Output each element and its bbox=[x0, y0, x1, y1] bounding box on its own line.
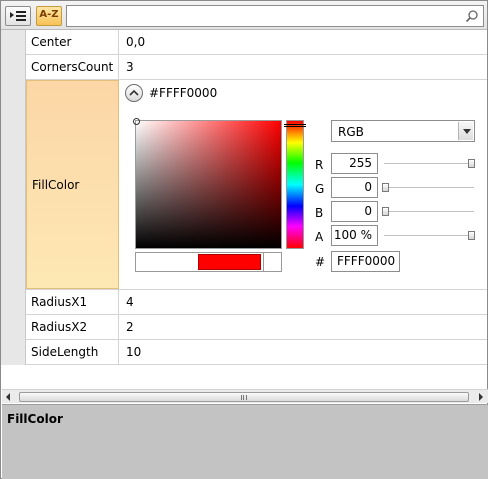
channel-input-g[interactable]: 0 bbox=[331, 177, 378, 198]
dropdown-arrow-icon[interactable] bbox=[458, 122, 473, 140]
property-value[interactable]: 0,0 bbox=[120, 30, 487, 54]
property-list: Center 0,0 CornersCount 3 FillColor #FFF… bbox=[1, 30, 487, 365]
channel-input-a[interactable]: 100 % bbox=[331, 225, 378, 246]
channel-thumb-b[interactable] bbox=[382, 207, 389, 216]
hue-handle[interactable] bbox=[284, 124, 306, 127]
channel-label-g: G bbox=[315, 182, 325, 196]
categorized-button[interactable] bbox=[5, 6, 31, 26]
channel-track-b[interactable] bbox=[384, 211, 474, 212]
grip-icon bbox=[241, 395, 247, 400]
property-value[interactable]: 2 bbox=[120, 315, 487, 339]
categorized-list-icon bbox=[10, 11, 26, 21]
property-row[interactable]: CornersCount 3 bbox=[26, 55, 487, 80]
chevron-up-icon bbox=[129, 89, 139, 96]
collapse-button[interactable] bbox=[125, 84, 143, 102]
channel-track-g[interactable] bbox=[384, 187, 474, 188]
channel-track-r[interactable] bbox=[384, 163, 474, 164]
channel-thumb-r[interactable] bbox=[468, 159, 475, 168]
property-grid: A-Z Center 0,0 CornersCount 3 FillColor bbox=[0, 0, 488, 479]
current-color-swatch bbox=[198, 254, 261, 270]
property-name: Center bbox=[26, 30, 119, 54]
saturation-value-picker[interactable] bbox=[135, 120, 282, 249]
hex-input[interactable]: FFFF0000 bbox=[331, 251, 400, 272]
property-row[interactable]: SideLength 10 bbox=[26, 340, 487, 365]
property-row[interactable]: Center 0,0 bbox=[26, 30, 487, 55]
property-value[interactable]: 4 bbox=[120, 290, 487, 314]
toolbar: A-Z bbox=[1, 1, 487, 30]
channel-input-r[interactable]: 255 bbox=[331, 153, 378, 174]
description-panel: FillColor bbox=[2, 404, 488, 479]
preview-divider bbox=[263, 253, 264, 271]
property-name: RadiusX1 bbox=[26, 290, 119, 314]
property-value[interactable]: 10 bbox=[120, 340, 487, 364]
color-preview bbox=[135, 252, 282, 272]
property-row[interactable]: RadiusX2 2 bbox=[26, 315, 487, 340]
property-row[interactable]: RadiusX1 4 bbox=[26, 290, 487, 315]
channel-track-a[interactable] bbox=[384, 235, 474, 236]
channel-input-b[interactable]: 0 bbox=[331, 201, 378, 222]
color-value-header: #FFFF0000 bbox=[149, 86, 218, 100]
hue-slider[interactable] bbox=[286, 120, 304, 249]
property-name: CornersCount bbox=[26, 55, 119, 79]
scroll-left-icon[interactable] bbox=[2, 391, 16, 403]
property-name: SideLength bbox=[26, 340, 119, 364]
channel-label-a: A bbox=[315, 230, 324, 244]
alphabetical-button[interactable]: A-Z bbox=[36, 6, 62, 26]
property-row-selected[interactable]: FillColor #FFFF0000 RGB R 255 G 0 B 0 A … bbox=[26, 80, 487, 290]
alphabetical-label: A-Z bbox=[39, 9, 59, 20]
property-name: RadiusX2 bbox=[26, 315, 119, 339]
hex-label: # bbox=[315, 255, 326, 269]
search-icon bbox=[465, 10, 478, 23]
horizontal-scrollbar[interactable] bbox=[2, 389, 488, 403]
channel-label-r: R bbox=[315, 158, 324, 172]
scrollbar-thumb[interactable] bbox=[19, 392, 469, 402]
search-input[interactable] bbox=[66, 5, 484, 27]
picker-handle[interactable] bbox=[133, 118, 140, 125]
channel-thumb-a[interactable] bbox=[468, 231, 475, 240]
property-value[interactable]: 3 bbox=[120, 55, 487, 79]
color-mode-value: RGB bbox=[338, 125, 364, 139]
property-name: FillColor bbox=[26, 80, 119, 289]
row-header-strip bbox=[1, 30, 26, 365]
channel-label-b: B bbox=[315, 206, 324, 220]
description-title: FillColor bbox=[7, 412, 63, 426]
color-editor: #FFFF0000 RGB R 255 G 0 B 0 A 100 % # FF… bbox=[120, 80, 487, 289]
scroll-right-icon[interactable] bbox=[474, 391, 488, 403]
channel-thumb-g[interactable] bbox=[382, 183, 389, 192]
color-mode-select[interactable]: RGB bbox=[331, 120, 475, 142]
